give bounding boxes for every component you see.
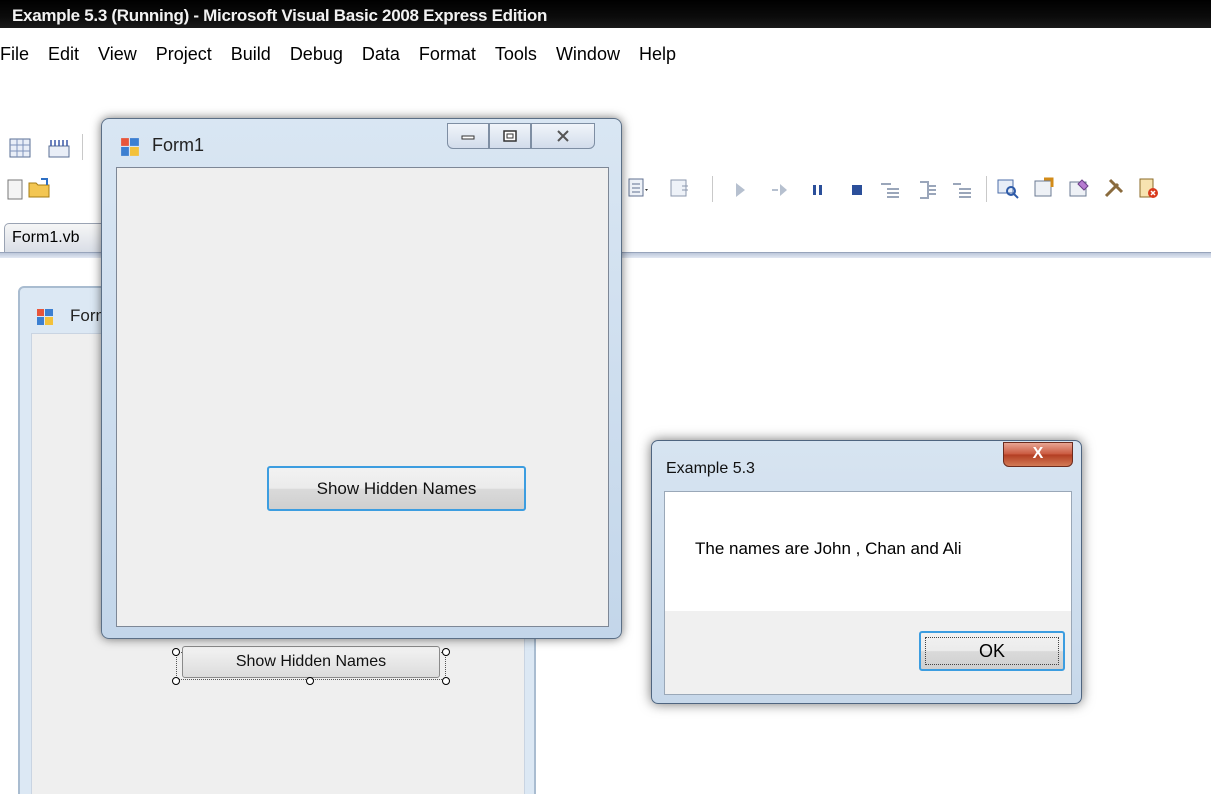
resize-handle[interactable]: [172, 648, 180, 656]
menu-project[interactable]: Project: [148, 44, 212, 74]
solution-explorer-icon[interactable]: [996, 176, 1020, 200]
menu-edit[interactable]: Edit: [40, 44, 79, 74]
open-folder-icon[interactable]: [27, 176, 51, 200]
format-grid-icon[interactable]: [8, 136, 32, 160]
form-icon: [37, 309, 53, 325]
menu-view[interactable]: View: [90, 44, 137, 74]
break-all-icon[interactable]: [806, 178, 830, 202]
resize-handle[interactable]: [172, 677, 180, 685]
ok-button[interactable]: OK: [919, 631, 1065, 671]
running-form1-window[interactable]: Form1 Show Hidden Names: [101, 118, 622, 639]
step-into-icon[interactable]: [768, 178, 792, 202]
uncomment-icon[interactable]: [950, 178, 974, 202]
minimize-icon: [461, 135, 475, 140]
caption-buttons: [447, 123, 595, 149]
properties-icon[interactable]: [1032, 176, 1056, 200]
menu-window[interactable]: Window: [548, 44, 620, 74]
maximize-button[interactable]: [489, 123, 531, 149]
close-icon: [557, 130, 569, 142]
message-box-dialog[interactable]: Example 5.3 X The names are John , Chan …: [651, 440, 1082, 704]
stop-icon[interactable]: [845, 178, 869, 202]
message-box-body: The names are John , Chan and Ali: [664, 491, 1072, 611]
ide-title: Example 5.3 (Running) - Microsoft Visual…: [12, 6, 548, 25]
message-box-close-button[interactable]: X: [1003, 442, 1073, 467]
resize-handle[interactable]: [442, 677, 450, 685]
message-text: The names are John , Chan and Ali: [695, 539, 962, 558]
focus-rectangle: [925, 637, 1059, 665]
menu-data[interactable]: Data: [354, 44, 400, 74]
comment-icon[interactable]: [878, 178, 902, 202]
message-box-footer: OK: [664, 611, 1072, 695]
message-box-title: Example 5.3: [666, 460, 755, 477]
menu-help[interactable]: Help: [631, 44, 676, 74]
object-browser-icon[interactable]: [1068, 176, 1092, 200]
ide-title-bar: Example 5.3 (Running) - Microsoft Visual…: [0, 0, 1211, 28]
menu-bar: File Edit View Project Build Debug Data …: [0, 44, 687, 74]
designer-show-hidden-names-button[interactable]: Show Hidden Names: [182, 646, 440, 678]
maximize-icon: [503, 130, 517, 142]
form1-title: Form1: [152, 135, 205, 155]
start-debug-icon[interactable]: [728, 178, 752, 202]
error-list-icon[interactable]: [1136, 176, 1160, 200]
resize-handle[interactable]: [306, 677, 314, 685]
new-project-icon[interactable]: [4, 178, 28, 202]
menu-tools[interactable]: Tools: [487, 44, 537, 74]
menu-build[interactable]: Build: [223, 44, 271, 74]
toolbox-icon[interactable]: [1102, 176, 1126, 200]
resize-handle[interactable]: [442, 648, 450, 656]
bookmark-icon[interactable]: [916, 178, 940, 202]
menu-file[interactable]: File: [0, 44, 29, 74]
menu-debug[interactable]: Debug: [282, 44, 343, 74]
form-icon: [121, 138, 139, 156]
minimize-button[interactable]: [447, 123, 489, 149]
list-dropdown-icon[interactable]: [626, 176, 650, 200]
menu-format[interactable]: Format: [411, 44, 476, 74]
close-button[interactable]: [531, 123, 595, 149]
form1-client-area: Show Hidden Names: [116, 167, 609, 627]
show-hidden-names-button[interactable]: Show Hidden Names: [267, 466, 526, 511]
align-icon[interactable]: [47, 136, 71, 160]
output-icon[interactable]: [668, 176, 692, 200]
screen: Example 5.3 (Running) - Microsoft Visual…: [0, 0, 1211, 794]
